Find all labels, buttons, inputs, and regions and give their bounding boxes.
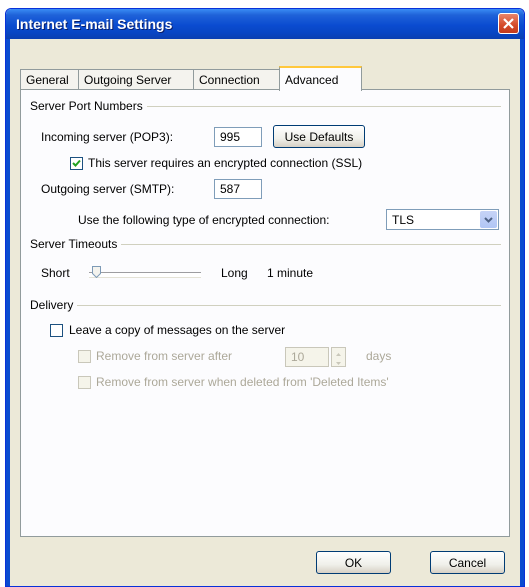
delivery-heading: Delivery	[30, 298, 78, 312]
encryption-type-value: TLS	[392, 213, 415, 227]
tab-outgoing-server[interactable]: Outgoing Server	[78, 69, 194, 89]
timeout-slider-thumb[interactable]	[92, 266, 101, 278]
spin-up-button[interactable]	[332, 348, 345, 357]
leave-copy-checkbox[interactable]	[50, 324, 63, 337]
frame-right	[520, 39, 524, 586]
tab-general[interactable]: General	[20, 69, 79, 89]
outgoing-server-label: Outgoing server (SMTP):	[41, 182, 175, 196]
days-label: days	[366, 349, 392, 363]
window-title: Internet E-mail Settings	[16, 16, 173, 32]
cancel-button[interactable]: Cancel	[430, 551, 505, 574]
ssl-checkbox[interactable]	[70, 157, 83, 170]
tab-advanced[interactable]: Advanced	[279, 66, 362, 91]
close-button[interactable]	[498, 13, 519, 34]
timeout-slider-track[interactable]	[89, 272, 201, 277]
use-defaults-button[interactable]: Use Defaults	[273, 125, 365, 148]
advanced-panel: Server Port Numbers Incoming server (POP…	[20, 89, 510, 537]
days-spinner[interactable]	[331, 347, 346, 367]
encryption-type-label: Use the following type of encrypted conn…	[78, 213, 330, 227]
remove-after-days-input[interactable]: 10	[285, 347, 329, 367]
encryption-type-select[interactable]: TLS	[386, 209, 499, 230]
remove-after-label: Remove from server after	[96, 349, 233, 363]
incoming-port-input[interactable]: 995	[214, 127, 262, 147]
timeout-value: 1 minute	[267, 266, 314, 280]
group-divider	[31, 305, 501, 306]
long-label: Long	[221, 266, 248, 280]
remove-deleted-checkbox[interactable]	[78, 376, 91, 389]
ssl-label: This server requires an encrypted connec…	[88, 156, 363, 170]
ok-button[interactable]: OK	[316, 551, 391, 574]
remove-deleted-label: Remove from server when deleted from 'De…	[96, 375, 389, 389]
remove-after-checkbox[interactable]	[78, 350, 91, 363]
chevron-down-icon	[484, 217, 493, 223]
dropdown-button[interactable]	[480, 211, 497, 228]
server-ports-heading: Server Port Numbers	[30, 99, 147, 113]
short-label: Short	[41, 266, 70, 280]
tab-connection[interactable]: Connection	[193, 69, 280, 89]
frame-left	[6, 39, 10, 586]
close-icon	[503, 18, 514, 29]
settings-dialog: Internet E-mail Settings General Outgoin…	[5, 8, 525, 587]
server-timeouts-heading: Server Timeouts	[30, 237, 122, 251]
outgoing-port-input[interactable]: 587	[214, 179, 262, 199]
title-bar[interactable]: Internet E-mail Settings	[6, 9, 524, 39]
leave-copy-label: Leave a copy of messages on the server	[69, 323, 286, 337]
incoming-server-label: Incoming server (POP3):	[41, 130, 174, 144]
arrow-down-icon	[336, 362, 341, 365]
spin-down-button[interactable]	[332, 357, 345, 366]
checkmark-icon	[72, 159, 81, 167]
